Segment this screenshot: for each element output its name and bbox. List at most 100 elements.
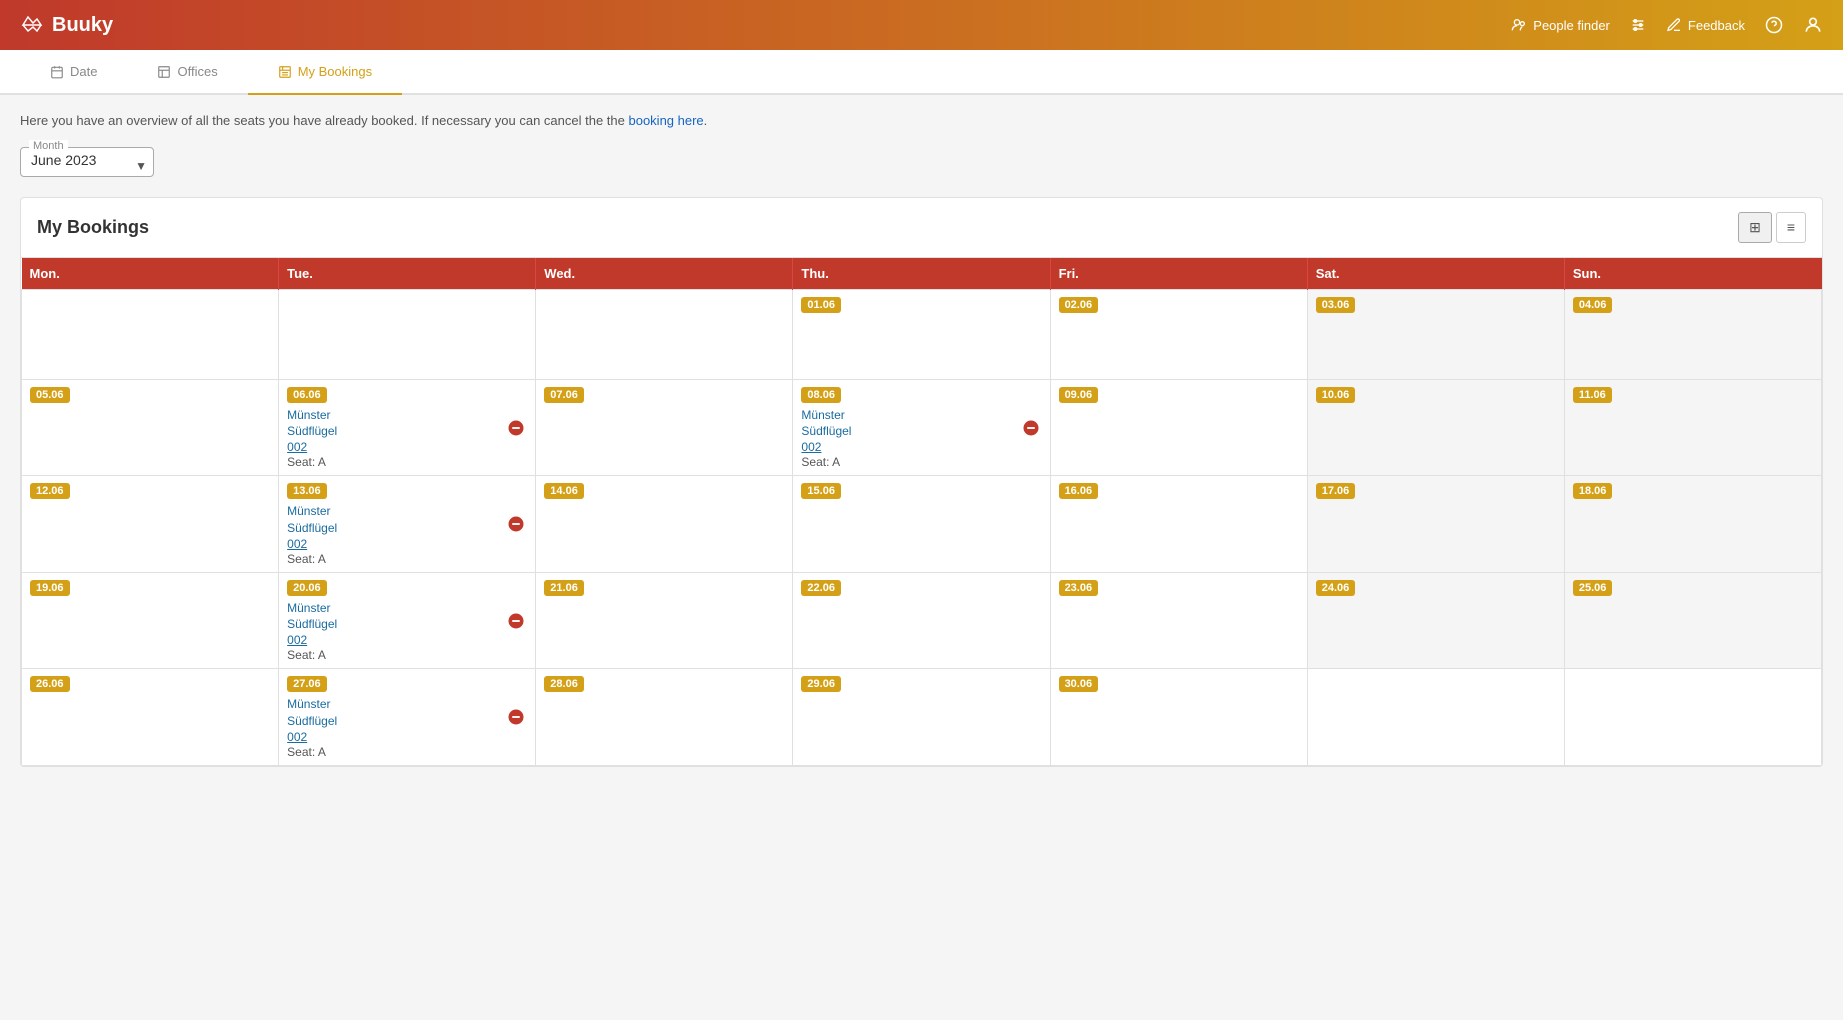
bookings-title: My Bookings	[37, 217, 149, 238]
calendar-cell-1-3: 08.06 MünsterSüdflügel002Seat: A	[793, 379, 1050, 476]
cancel-booking-button[interactable]	[505, 513, 527, 538]
date-badge: 08.06	[801, 387, 841, 403]
date-badge: 24.06	[1316, 580, 1356, 596]
calendar-cell-4-0: 26.06	[22, 669, 279, 766]
help-button[interactable]	[1765, 16, 1783, 34]
view-toggle: ⊞ ≡	[1738, 212, 1806, 243]
cancel-booking-button[interactable]	[505, 610, 527, 635]
date-badge: 11.06	[1573, 387, 1612, 403]
cancel-booking-button[interactable]	[1020, 417, 1042, 442]
date-badge: 25.06	[1573, 580, 1613, 596]
tab-my-bookings[interactable]: My Bookings	[248, 50, 402, 95]
cancel-booking-button[interactable]	[505, 706, 527, 731]
booking-room[interactable]: 002	[801, 440, 1019, 454]
booking-link[interactable]: booking here	[628, 113, 703, 128]
date-badge: 23.06	[1059, 580, 1099, 596]
booking-room[interactable]: 002	[287, 537, 505, 551]
calendar-week-4: 19.0620.06MünsterSüdflügel002Seat: A21.0…	[22, 572, 1822, 669]
cancel-booking-button[interactable]	[505, 417, 527, 442]
date-icon	[50, 65, 64, 79]
calendar-cell-2-0: 12.06	[22, 476, 279, 573]
tab-date-label: Date	[70, 64, 97, 79]
calendar-cell-0-3: 01.06	[793, 289, 1050, 379]
calendar-cell-3-3: 22.06	[793, 572, 1050, 669]
booking-entry: MünsterSüdflügel002Seat: A	[287, 407, 527, 470]
list-view-button[interactable]: ≡	[1776, 212, 1806, 243]
date-badge: 20.06	[287, 580, 327, 596]
date-badge: 05.06	[30, 387, 70, 403]
calendar-cell-4-5	[1307, 669, 1564, 766]
settings-button[interactable]	[1630, 17, 1646, 33]
day-sat: Sat.	[1307, 258, 1564, 290]
logo-text: Buuky	[52, 14, 113, 37]
day-tue: Tue.	[279, 258, 536, 290]
date-badge: 16.06	[1059, 483, 1099, 499]
booking-seat: Seat: A	[287, 648, 326, 662]
date-badge: 18.06	[1573, 483, 1613, 499]
calendar-cell-3-4: 23.06	[1050, 572, 1307, 669]
user-avatar-button[interactable]	[1803, 15, 1823, 35]
calendar-cell-0-1	[279, 289, 536, 379]
tab-date[interactable]: Date	[20, 50, 127, 95]
bookings-header: My Bookings ⊞ ≡	[21, 198, 1822, 258]
calendar-cell-4-6	[1564, 669, 1821, 766]
date-badge: 30.06	[1059, 676, 1099, 692]
booking-seat: Seat: A	[287, 455, 326, 469]
tab-offices[interactable]: Offices	[127, 50, 247, 95]
month-selector-wrapper: Month January 2023 February 2023 March 2…	[20, 147, 154, 177]
calendar-cell-3-1: 20.06MünsterSüdflügel002Seat: A	[279, 572, 536, 669]
tab-my-bookings-label: My Bookings	[298, 64, 372, 79]
booking-seat: Seat: A	[287, 745, 326, 759]
calendar-cell-1-0: 05.06	[22, 379, 279, 476]
feedback-button[interactable]: Feedback	[1666, 17, 1745, 33]
calendar-cell-4-2: 28.06	[536, 669, 793, 766]
booking-wing: Südflügel	[287, 616, 505, 633]
date-badge: 04.06	[1573, 297, 1613, 313]
booking-office: Münster	[287, 408, 330, 422]
cancel-icon	[1022, 419, 1040, 437]
booking-info: MünsterSüdflügel002Seat: A	[287, 503, 505, 566]
booking-wing: Südflügel	[801, 423, 1019, 440]
day-wed: Wed.	[536, 258, 793, 290]
people-finder-button[interactable]: People finder	[1511, 17, 1610, 33]
date-badge: 07.06	[544, 387, 584, 403]
info-text: Here you have an overview of all the sea…	[20, 111, 1823, 131]
booking-office: Münster	[287, 504, 330, 518]
calendar-header-row: Mon. Tue. Wed. Thu. Fri. Sat. Sun.	[22, 258, 1822, 290]
date-badge: 15.06	[801, 483, 841, 499]
booking-office: Münster	[801, 408, 844, 422]
booking-entry: MünsterSüdflügel002Seat: A	[801, 407, 1041, 470]
calendar-week-5: 26.0627.06MünsterSüdflügel002Seat: A28.0…	[22, 669, 1822, 766]
calendar-cell-0-2	[536, 289, 793, 379]
month-select[interactable]: January 2023 February 2023 March 2023 Ap…	[31, 152, 143, 168]
header-actions: People finder Feedback	[1511, 15, 1823, 35]
grid-view-button[interactable]: ⊞	[1738, 212, 1772, 243]
booking-wing: Südflügel	[287, 423, 505, 440]
booking-info: MünsterSüdflügel002Seat: A	[287, 696, 505, 759]
date-badge: 13.06	[287, 483, 327, 499]
calendar-cell-0-6: 04.06	[1564, 289, 1821, 379]
people-finder-icon	[1511, 17, 1527, 33]
day-fri: Fri.	[1050, 258, 1307, 290]
cancel-icon	[507, 708, 525, 726]
booking-room[interactable]: 002	[287, 730, 505, 744]
booking-room[interactable]: 002	[287, 440, 505, 454]
feedback-label: Feedback	[1688, 18, 1745, 33]
logo-icon	[20, 13, 44, 37]
logo[interactable]: Buuky	[20, 13, 1511, 37]
settings-icon	[1630, 17, 1646, 33]
booking-wing: Südflügel	[287, 713, 505, 730]
main-content: Here you have an overview of all the sea…	[0, 95, 1843, 783]
cancel-icon	[507, 612, 525, 630]
header: Buuky People finder	[0, 0, 1843, 50]
date-badge: 03.06	[1316, 297, 1356, 313]
calendar-cell-0-0	[22, 289, 279, 379]
calendar-week-2: 05.0606.06MünsterSüdflügel002Seat: A07.0…	[22, 379, 1822, 476]
booking-room[interactable]: 002	[287, 633, 505, 647]
date-badge: 21.06	[544, 580, 584, 596]
calendar-cell-0-5: 03.06	[1307, 289, 1564, 379]
calendar-cell-1-5: 10.06	[1307, 379, 1564, 476]
booking-info: MünsterSüdflügel002Seat: A	[801, 407, 1019, 470]
month-label: Month	[29, 140, 68, 152]
booking-entry: MünsterSüdflügel002Seat: A	[287, 503, 527, 566]
